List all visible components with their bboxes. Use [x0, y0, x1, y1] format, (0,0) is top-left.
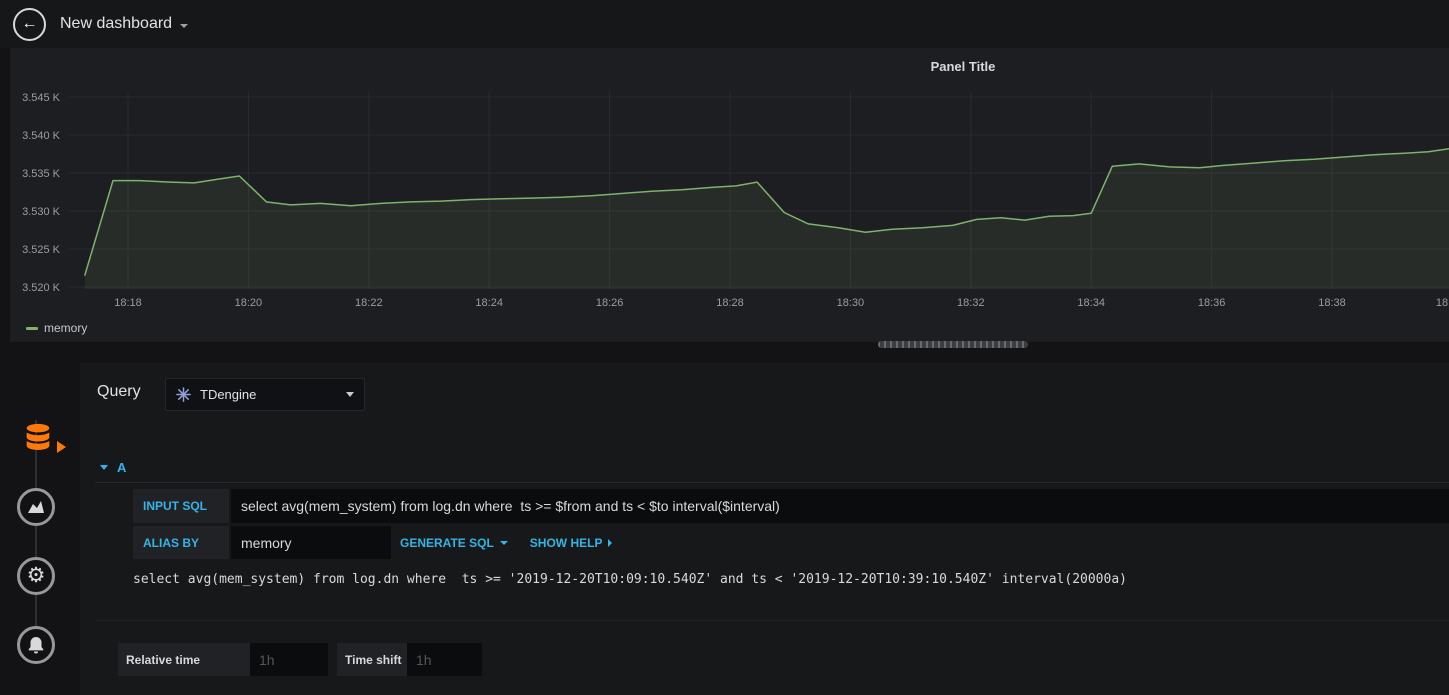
- input-sql-row: INPUT SQL: [133, 489, 1449, 523]
- tdengine-logo-icon: [176, 387, 191, 402]
- time-shift-field[interactable]: [407, 643, 482, 676]
- svg-text:3.530 K: 3.530 K: [22, 206, 61, 218]
- generate-sql-label: GENERATE SQL: [400, 535, 494, 550]
- show-help-button[interactable]: SHOW HELP: [530, 526, 613, 559]
- svg-text:18:34: 18:34: [1077, 297, 1105, 309]
- alias-by-label: ALIAS BY: [133, 526, 229, 559]
- section-divider: [95, 620, 1449, 621]
- svg-text:18:28: 18:28: [716, 297, 744, 309]
- query-ref-id: A: [117, 460, 127, 475]
- top-bar: ← New dashboard: [0, 0, 1449, 48]
- area-chart-icon: [28, 501, 44, 513]
- chevron-down-icon: [100, 465, 108, 470]
- relative-time-field[interactable]: [250, 643, 328, 676]
- database-icon: [26, 423, 50, 451]
- svg-text:18:26: 18:26: [596, 297, 624, 309]
- active-tab-arrow-icon: [57, 441, 66, 453]
- relative-time-label: Relative time: [118, 643, 250, 676]
- time-options-row: Relative time Time shift: [118, 643, 482, 676]
- query-ref-collapse-row[interactable]: A: [95, 453, 1449, 483]
- show-help-label: SHOW HELP: [529, 535, 603, 550]
- alias-by-row: ALIAS BY GENERATE SQL SHOW HELP: [133, 526, 613, 559]
- svg-text:18:24: 18:24: [475, 297, 503, 309]
- svg-text:3.540 K: 3.540 K: [22, 130, 61, 142]
- legend-color-swatch: [26, 326, 38, 330]
- generated-sql-text: select avg(mem_system) from log.dn where…: [133, 572, 1127, 587]
- arrow-left-icon: ←: [21, 15, 38, 32]
- svg-text:18:22: 18:22: [355, 297, 383, 309]
- svg-text:3.545 K: 3.545 K: [22, 92, 61, 104]
- svg-text:18:30: 18:30: [837, 297, 865, 309]
- chevron-down-icon: [499, 540, 508, 545]
- query-editor-section: Query TDengine A INPUT SQL ALIAS BY GENE…: [80, 363, 1449, 695]
- gear-icon: ⚙: [26, 563, 46, 587]
- svg-text:3.520 K: 3.520 K: [22, 282, 61, 294]
- svg-text:18: 18: [1436, 297, 1448, 309]
- svg-text:18:32: 18:32: [957, 297, 985, 309]
- tab-queries[interactable]: [18, 418, 58, 458]
- time-series-chart[interactable]: 3.545 K 3.540 K 3.535 K 3.530 K 3.525 K 3.520…: [10, 48, 1449, 342]
- datasource-picker[interactable]: TDengine: [165, 378, 365, 411]
- grafana-panel-edit-page: { "icons": { "back_arrow": "←", "gear": …: [0, 0, 1449, 695]
- chart-legend: memory: [26, 321, 87, 335]
- horizontal-scrollbar-thumb[interactable]: [878, 341, 1028, 348]
- tab-alert[interactable]: [17, 626, 55, 664]
- input-sql-label: INPUT SQL: [133, 489, 229, 523]
- bell-icon: [28, 637, 44, 654]
- tab-general-settings[interactable]: ⚙: [17, 557, 55, 595]
- legend-series-label[interactable]: memory: [44, 321, 87, 335]
- svg-text:18:38: 18:38: [1318, 297, 1346, 309]
- input-sql-field[interactable]: [231, 489, 1449, 523]
- tab-visualization[interactable]: [17, 488, 55, 526]
- svg-text:18:36: 18:36: [1198, 297, 1226, 309]
- dashboard-title-button[interactable]: New dashboard: [46, 15, 189, 33]
- dashboard-title: New dashboard: [60, 15, 173, 32]
- time-shift-label: Time shift: [337, 643, 407, 676]
- datasource-name: TDengine: [200, 387, 257, 402]
- chevron-right-icon: [608, 538, 613, 547]
- svg-text:18:20: 18:20: [235, 297, 263, 309]
- svg-text:3.525 K: 3.525 K: [22, 244, 61, 256]
- chevron-down-icon: [346, 392, 354, 397]
- query-section-heading: Query: [97, 383, 141, 400]
- chevron-down-icon: [180, 24, 189, 28]
- generate-sql-button[interactable]: GENERATE SQL: [400, 526, 508, 559]
- alias-by-field[interactable]: [231, 526, 391, 559]
- svg-text:3.535 K: 3.535 K: [22, 168, 61, 180]
- svg-text:18:18: 18:18: [114, 297, 142, 309]
- graph-panel: Panel Title 3.545 K 3.540 K 3.535 K 3.530 K…: [10, 48, 1449, 342]
- back-button[interactable]: ←: [13, 7, 46, 41]
